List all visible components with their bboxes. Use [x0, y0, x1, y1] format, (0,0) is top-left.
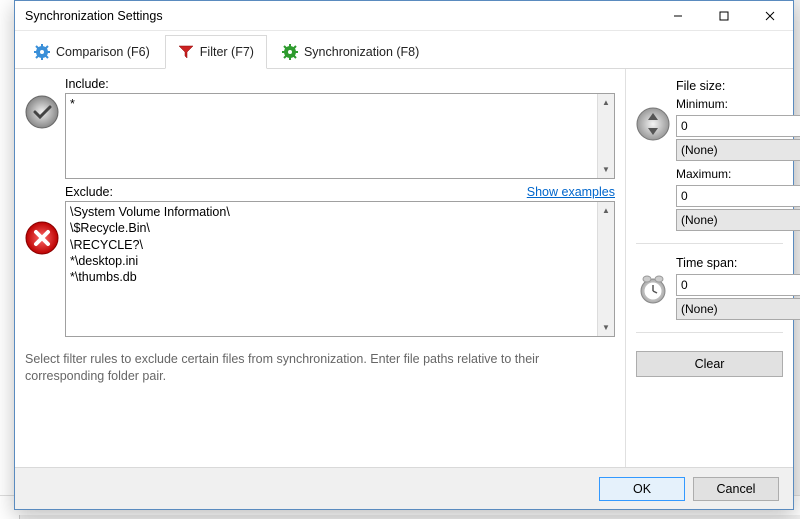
filesize-max-spinner[interactable]: ▲▼ — [676, 185, 800, 207]
titlebar: Synchronization Settings — [15, 1, 793, 31]
timespan-title: Time span: — [676, 256, 800, 270]
timespan-unit-value: (None) — [681, 302, 718, 316]
minimize-button[interactable] — [655, 1, 701, 30]
funnel-icon — [178, 44, 194, 60]
tab-comparison-label: Comparison (F6) — [56, 45, 150, 59]
scroll-up-icon[interactable]: ▲ — [598, 94, 614, 111]
separator — [636, 243, 783, 244]
include-label: Include: — [65, 77, 615, 91]
right-column: File size: Minimum: ▲▼ (None) ˇ Maximum:… — [625, 69, 793, 467]
tab-synchronization[interactable]: Synchronization (F8) — [269, 34, 432, 68]
timespan-spinner[interactable]: ▲▼ — [676, 274, 800, 296]
synchronization-settings-dialog: Synchronization Settings Comparison (F6)… — [14, 0, 794, 510]
window-title: Synchronization Settings — [25, 9, 655, 23]
tab-comparison[interactable]: Comparison (F6) — [21, 34, 163, 68]
filesize-min-unit-combo[interactable]: (None) ˇ — [676, 139, 800, 161]
exclude-label: Exclude: — [65, 185, 113, 199]
clear-button[interactable]: Clear — [636, 351, 783, 377]
exclude-badge-icon — [25, 221, 59, 255]
exclude-row: Exclude: Show examples ▲ ▼ — [25, 185, 615, 337]
help-text: Select filter rules to exclude certain f… — [25, 351, 615, 385]
scroll-down-icon[interactable]: ▼ — [598, 161, 614, 178]
timespan-input[interactable] — [677, 275, 800, 295]
include-row: Include: ▲ ▼ — [25, 77, 615, 179]
separator — [636, 332, 783, 333]
filesize-max-label: Maximum: — [676, 167, 800, 181]
cancel-button[interactable]: Cancel — [693, 477, 779, 501]
ok-button[interactable]: OK — [599, 477, 685, 501]
maximize-button[interactable] — [701, 1, 747, 30]
tab-filter-label: Filter (F7) — [200, 45, 254, 59]
filesize-arrows-icon — [636, 107, 670, 141]
include-badge-icon — [25, 95, 59, 129]
timespan-unit-combo[interactable]: (None) ˇ — [676, 298, 800, 320]
close-button[interactable] — [747, 1, 793, 30]
filesize-max-input[interactable] — [677, 186, 800, 206]
tab-filter[interactable]: Filter (F7) — [165, 35, 267, 69]
exclude-textarea[interactable] — [66, 202, 597, 336]
filesize-group: File size: Minimum: ▲▼ (None) ˇ Maximum:… — [636, 79, 783, 231]
filesize-min-input[interactable] — [677, 116, 800, 136]
scroll-down-icon[interactable]: ▼ — [598, 319, 614, 336]
filesize-min-spinner[interactable]: ▲▼ — [676, 115, 800, 137]
filesize-max-unit-combo[interactable]: (None) ˇ — [676, 209, 800, 231]
include-textarea[interactable] — [66, 94, 597, 178]
left-column: Include: ▲ ▼ Exclude: — [15, 69, 625, 467]
clock-icon — [636, 272, 670, 306]
exclude-scrollbar[interactable]: ▲ ▼ — [597, 202, 614, 336]
include-scrollbar[interactable]: ▲ ▼ — [597, 94, 614, 178]
gear-green-icon — [282, 44, 298, 60]
timespan-group: Time span: ▲▼ (None) ˇ — [636, 256, 783, 320]
gear-blue-icon — [34, 44, 50, 60]
filesize-min-unit-value: (None) — [681, 143, 718, 157]
scroll-up-icon[interactable]: ▲ — [598, 202, 614, 219]
tab-synchronization-label: Synchronization (F8) — [304, 45, 419, 59]
filesize-min-label: Minimum: — [676, 97, 800, 111]
filesize-max-unit-value: (None) — [681, 213, 718, 227]
filesize-title: File size: — [676, 79, 800, 93]
show-examples-link[interactable]: Show examples — [527, 185, 615, 199]
content-area: Include: ▲ ▼ Exclude: — [15, 69, 793, 467]
tab-bar: Comparison (F6) Filter (F7) Synchronizat… — [15, 31, 793, 69]
dialog-footer: OK Cancel — [15, 467, 793, 509]
